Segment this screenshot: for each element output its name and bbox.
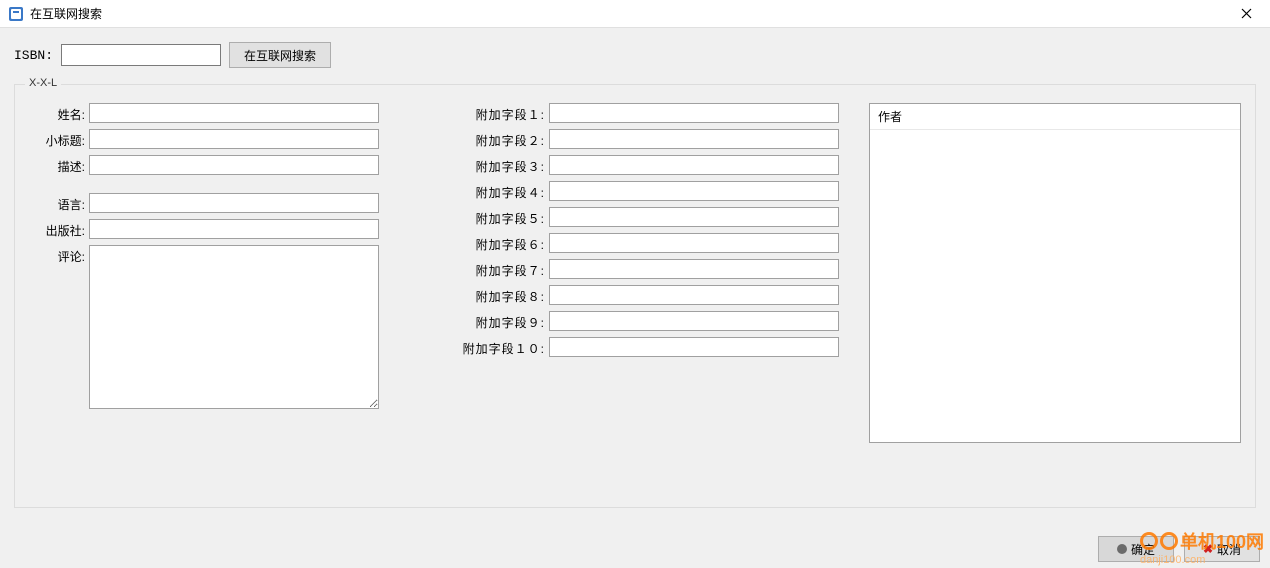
extra3-label: 附加字段３:: [459, 155, 549, 175]
cancel-icon: ✖: [1203, 542, 1213, 556]
ok-icon: [1117, 544, 1127, 554]
description-input[interactable]: [89, 155, 379, 175]
extra1-label: 附加字段１:: [459, 103, 549, 123]
extra2-label: 附加字段２:: [459, 129, 549, 149]
middle-column: 附加字段１: 附加字段２: 附加字段３: 附加字段４: 附加字段５: 附加字段６…: [459, 103, 839, 493]
subtitle-label: 小标题:: [29, 129, 89, 149]
name-label: 姓名:: [29, 103, 89, 123]
language-label: 语言:: [29, 193, 89, 213]
details-group: X-X-L 姓名: 小标题: 描述: 语言:: [14, 84, 1256, 508]
client-area: ISBN: 在互联网搜索 X-X-L 姓名: 小标题: 描述:: [0, 28, 1270, 568]
extra7-label: 附加字段７:: [459, 259, 549, 279]
close-icon: [1241, 8, 1252, 19]
extra8-input[interactable]: [549, 285, 839, 305]
extra4-input[interactable]: [549, 181, 839, 201]
window-title: 在互联网搜索: [30, 5, 1226, 22]
extra4-label: 附加字段４:: [459, 181, 549, 201]
author-list-header: 作者: [870, 104, 1240, 130]
extra9-label: 附加字段９:: [459, 311, 549, 331]
extra5-input[interactable]: [549, 207, 839, 227]
cancel-button[interactable]: ✖ 取消: [1184, 536, 1260, 562]
extra8-label: 附加字段８:: [459, 285, 549, 305]
comment-textarea[interactable]: [89, 245, 379, 409]
extra1-input[interactable]: [549, 103, 839, 123]
isbn-label: ISBN:: [14, 48, 53, 63]
publisher-input[interactable]: [89, 219, 379, 239]
close-button[interactable]: [1226, 0, 1266, 28]
extra3-input[interactable]: [549, 155, 839, 175]
comment-label: 评论:: [29, 245, 89, 265]
extra10-input[interactable]: [549, 337, 839, 357]
right-column: 作者: [869, 103, 1241, 493]
publisher-label: 出版社:: [29, 219, 89, 239]
extra6-input[interactable]: [549, 233, 839, 253]
author-listbox[interactable]: 作者: [869, 103, 1241, 443]
extra9-input[interactable]: [549, 311, 839, 331]
subtitle-input[interactable]: [89, 129, 379, 149]
isbn-input[interactable]: [61, 44, 221, 66]
extra10-label: 附加字段１０:: [459, 337, 549, 357]
name-input[interactable]: [89, 103, 379, 123]
app-icon: [8, 6, 24, 22]
search-button[interactable]: 在互联网搜索: [229, 42, 331, 68]
language-input[interactable]: [89, 193, 379, 213]
ok-button[interactable]: 确定: [1098, 536, 1174, 562]
group-label: X-X-L: [25, 77, 61, 89]
extra7-input[interactable]: [549, 259, 839, 279]
extra5-label: 附加字段５:: [459, 207, 549, 227]
description-label: 描述:: [29, 155, 89, 175]
extra2-input[interactable]: [549, 129, 839, 149]
ok-label: 确定: [1131, 541, 1155, 558]
titlebar: 在互联网搜索: [0, 0, 1270, 28]
left-column: 姓名: 小标题: 描述: 语言: 出版社:: [29, 103, 379, 493]
extra6-label: 附加字段６:: [459, 233, 549, 253]
footer-buttons: 确定 ✖ 取消: [1098, 536, 1260, 562]
cancel-label: 取消: [1217, 541, 1241, 558]
search-row: ISBN: 在互联网搜索: [14, 42, 1256, 68]
